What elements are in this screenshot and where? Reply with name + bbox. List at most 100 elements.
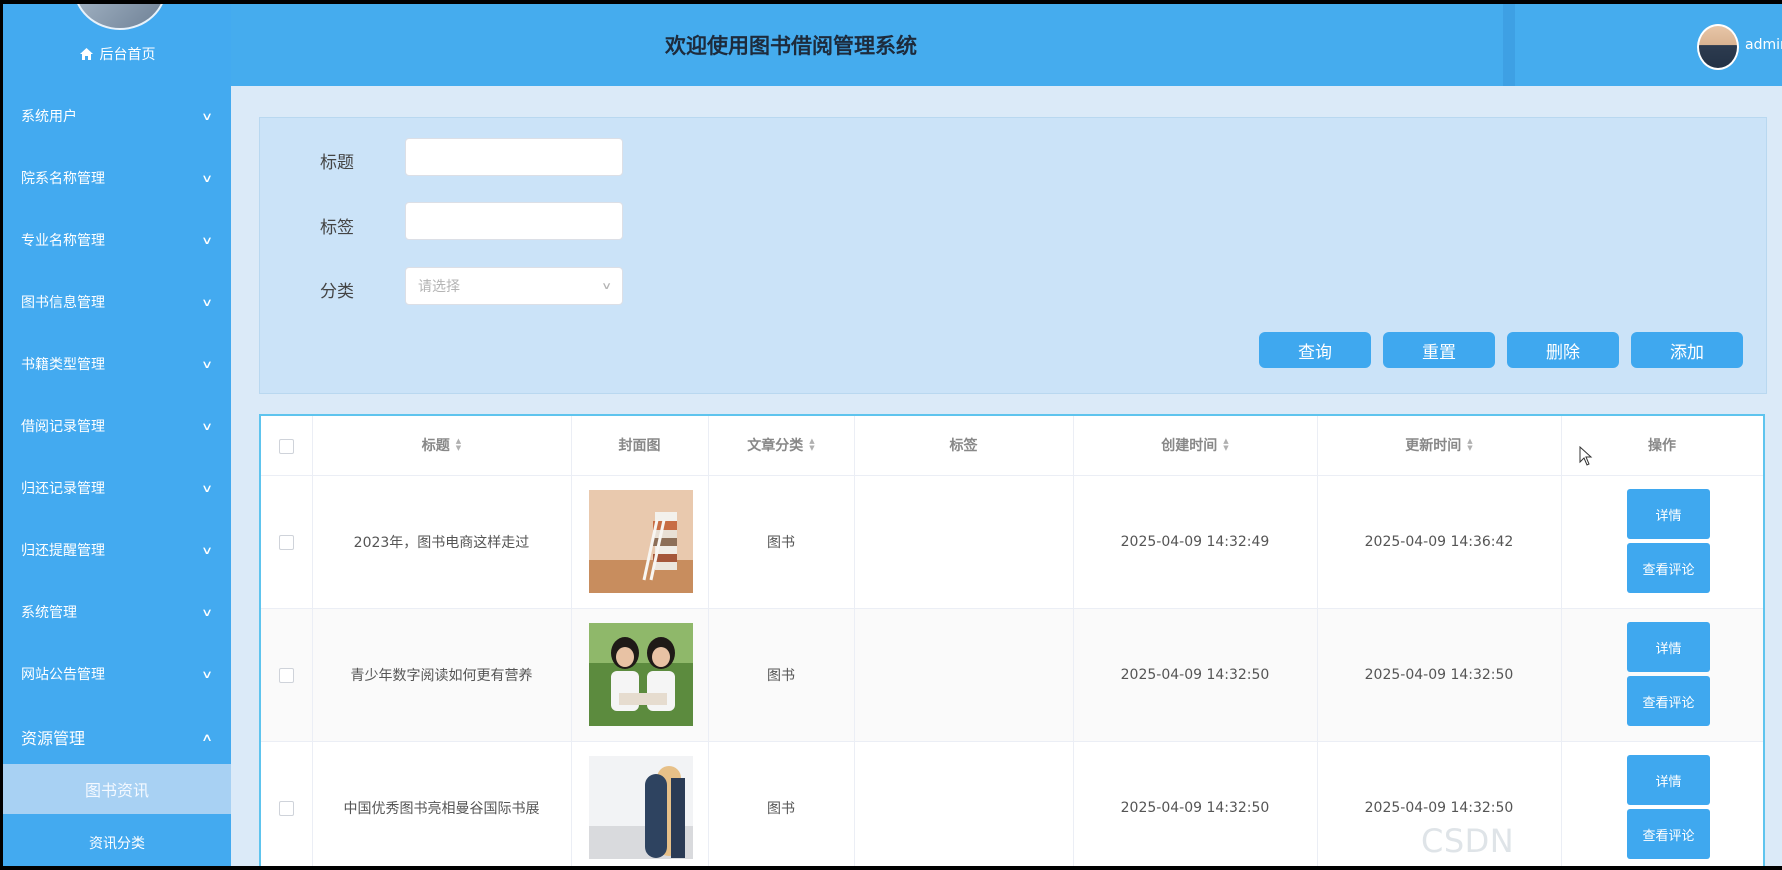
sidebar-item-label: 借阅记录管理 bbox=[21, 419, 105, 435]
column-header-updated-label: 更新时间 bbox=[1405, 438, 1462, 454]
sidebar-avatar bbox=[73, 4, 167, 30]
search-panel: 标题 标签 分类 请选择 ∨ 查询 重置 删除 添加 bbox=[259, 117, 1767, 394]
detail-button[interactable]: 详情 bbox=[1627, 622, 1710, 672]
sidebar-item-label: 图书信息管理 bbox=[21, 295, 105, 311]
chevron-down-icon: ∨ bbox=[200, 605, 214, 619]
column-header-tags: 标签 bbox=[949, 438, 978, 454]
sidebar-home-link[interactable]: 后台首页 bbox=[3, 44, 231, 64]
query-button[interactable]: 查询 bbox=[1259, 332, 1371, 368]
row-checkbox[interactable] bbox=[279, 535, 294, 550]
chevron-down-icon: ∨ bbox=[600, 280, 612, 292]
app-window: 后台首页 系统用户 ∨ 院系名称管理 ∨ 专业名称管理 ∨ 图书信息管理 ∨ 书… bbox=[3, 4, 1782, 866]
chevron-down-icon: ∨ bbox=[200, 233, 214, 247]
cover-image bbox=[589, 623, 693, 726]
category-select-placeholder: 请选择 bbox=[418, 279, 460, 295]
cover-image bbox=[589, 756, 693, 859]
sidebar-item-label: 网站公告管理 bbox=[21, 667, 105, 683]
sidebar-item-department[interactable]: 院系名称管理 ∨ bbox=[3, 158, 231, 198]
cell-category: 图书 bbox=[767, 534, 795, 551]
cell-tags bbox=[854, 475, 1073, 608]
sidebar: 后台首页 系统用户 ∨ 院系名称管理 ∨ 专业名称管理 ∨ 图书信息管理 ∨ 书… bbox=[3, 4, 231, 866]
sidebar-item-borrow-records[interactable]: 借阅记录管理 ∨ bbox=[3, 406, 231, 446]
sidebar-item-label: 归还记录管理 bbox=[21, 481, 105, 497]
column-header-cover: 封面图 bbox=[618, 438, 661, 454]
sort-icon[interactable]: ▲ ▼ bbox=[1223, 438, 1228, 452]
cell-created: 2025-04-09 14:32:50 bbox=[1120, 799, 1270, 816]
sidebar-home-label: 后台首页 bbox=[99, 47, 156, 63]
data-table: 标题 ▲ ▼ 封面图 文章分类 ▲ ▼ 标签 创建时间 ▲ ▼ 更新时间 ▲ ▼ 操作 … bbox=[259, 414, 1765, 866]
tag-filter-label: 标签 bbox=[320, 218, 354, 238]
chevron-down-icon: ∨ bbox=[200, 481, 214, 495]
cell-updated: 2025-04-09 14:32:50 bbox=[1364, 666, 1514, 683]
sidebar-item-label: 专业名称管理 bbox=[21, 233, 105, 249]
sidebar-item-system-management[interactable]: 系统管理 ∨ bbox=[3, 592, 231, 632]
home-icon bbox=[79, 48, 93, 60]
chevron-down-icon: ∨ bbox=[200, 419, 214, 433]
chevron-up-icon: ∧ bbox=[200, 730, 214, 744]
tag-filter-input[interactable] bbox=[405, 202, 623, 240]
sidebar-item-label: 书籍类型管理 bbox=[21, 357, 105, 373]
delete-button[interactable]: 删除 bbox=[1507, 332, 1619, 368]
cell-title: 青少年数字阅读如何更有营养 bbox=[350, 667, 533, 684]
cell-title: 2023年，图书电商这样走过 bbox=[353, 534, 530, 551]
cover-image bbox=[589, 490, 693, 593]
row-checkbox[interactable] bbox=[279, 801, 294, 816]
view-comments-button[interactable]: 查看评论 bbox=[1627, 543, 1710, 593]
sort-icon[interactable]: ▲ ▼ bbox=[456, 438, 461, 452]
cell-created: 2025-04-09 14:32:50 bbox=[1120, 666, 1270, 683]
sidebar-item-return-records[interactable]: 归还记录管理 ∨ bbox=[3, 468, 231, 508]
sidebar-item-label: 归还提醒管理 bbox=[21, 543, 105, 559]
sidebar-item-major[interactable]: 专业名称管理 ∨ bbox=[3, 220, 231, 260]
title-filter-label: 标题 bbox=[320, 153, 354, 173]
column-header-category[interactable]: 文章分类 ▲ ▼ bbox=[708, 416, 854, 474]
column-header-title[interactable]: 标题 ▲ ▼ bbox=[312, 416, 571, 474]
add-button[interactable]: 添加 bbox=[1631, 332, 1743, 368]
sidebar-item-book-type[interactable]: 书籍类型管理 ∨ bbox=[3, 344, 231, 384]
column-header-created-label: 创建时间 bbox=[1161, 438, 1218, 454]
user-name[interactable]: admin bbox=[1745, 37, 1782, 53]
category-select[interactable]: 请选择 ∨ bbox=[405, 267, 623, 305]
cell-category: 图书 bbox=[767, 667, 795, 684]
cell-updated: 2025-04-09 14:36:42 bbox=[1364, 533, 1514, 550]
cell-title: 中国优秀图书亮相曼谷国际书展 bbox=[343, 800, 540, 817]
column-header-title-label: 标题 bbox=[421, 438, 450, 454]
header-divider bbox=[1503, 4, 1515, 86]
sidebar-item-system-users[interactable]: 系统用户 ∨ bbox=[3, 96, 231, 136]
sidebar-item-label: 系统用户 bbox=[21, 109, 77, 125]
title-filter-input[interactable] bbox=[405, 138, 623, 176]
sidebar-subitem-news-category[interactable]: 资讯分类 bbox=[3, 824, 231, 862]
sidebar-item-return-reminders[interactable]: 归还提醒管理 ∨ bbox=[3, 530, 231, 570]
chevron-down-icon: ∨ bbox=[200, 109, 214, 123]
chevron-down-icon: ∨ bbox=[200, 667, 214, 681]
sort-icon[interactable]: ▲ ▼ bbox=[1467, 438, 1472, 452]
view-comments-button[interactable]: 查看评论 bbox=[1627, 676, 1710, 726]
column-header-category-label: 文章分类 bbox=[747, 438, 804, 454]
category-filter-label: 分类 bbox=[320, 282, 354, 302]
sidebar-item-label: 资源管理 bbox=[21, 729, 86, 748]
chevron-down-icon: ∨ bbox=[200, 295, 214, 309]
page-title: 欢迎使用图书借阅管理系统 bbox=[665, 34, 917, 58]
column-header-created[interactable]: 创建时间 ▲ ▼ bbox=[1073, 416, 1317, 474]
column-header-updated[interactable]: 更新时间 ▲ ▼ bbox=[1317, 416, 1561, 474]
reset-button[interactable]: 重置 bbox=[1383, 332, 1495, 368]
top-header: 欢迎使用图书借阅管理系统 admin bbox=[231, 4, 1782, 86]
chevron-down-icon: ∨ bbox=[200, 543, 214, 557]
sidebar-item-label: 院系名称管理 bbox=[21, 171, 105, 187]
select-all-checkbox[interactable] bbox=[279, 439, 294, 454]
sidebar-item-resources[interactable]: 资源管理 ∧ bbox=[3, 717, 231, 757]
cell-category: 图书 bbox=[767, 800, 795, 817]
cell-tags bbox=[854, 741, 1073, 866]
sidebar-item-announcements[interactable]: 网站公告管理 ∨ bbox=[3, 654, 231, 694]
cell-tags bbox=[854, 608, 1073, 741]
sort-icon[interactable]: ▲ ▼ bbox=[809, 438, 814, 452]
detail-button[interactable]: 详情 bbox=[1627, 489, 1710, 539]
cell-created: 2025-04-09 14:32:49 bbox=[1120, 533, 1270, 550]
detail-button[interactable]: 详情 bbox=[1627, 755, 1710, 805]
avatar[interactable] bbox=[1697, 24, 1739, 70]
sidebar-item-book-info[interactable]: 图书信息管理 ∨ bbox=[3, 282, 231, 322]
watermark: CSDN @vx_CXKF10088 bbox=[1421, 822, 1698, 866]
chevron-down-icon: ∨ bbox=[200, 171, 214, 185]
row-checkbox[interactable] bbox=[279, 668, 294, 683]
col-divider bbox=[1561, 416, 1562, 866]
sidebar-subitem-book-news[interactable]: 图书资讯 bbox=[3, 764, 231, 814]
